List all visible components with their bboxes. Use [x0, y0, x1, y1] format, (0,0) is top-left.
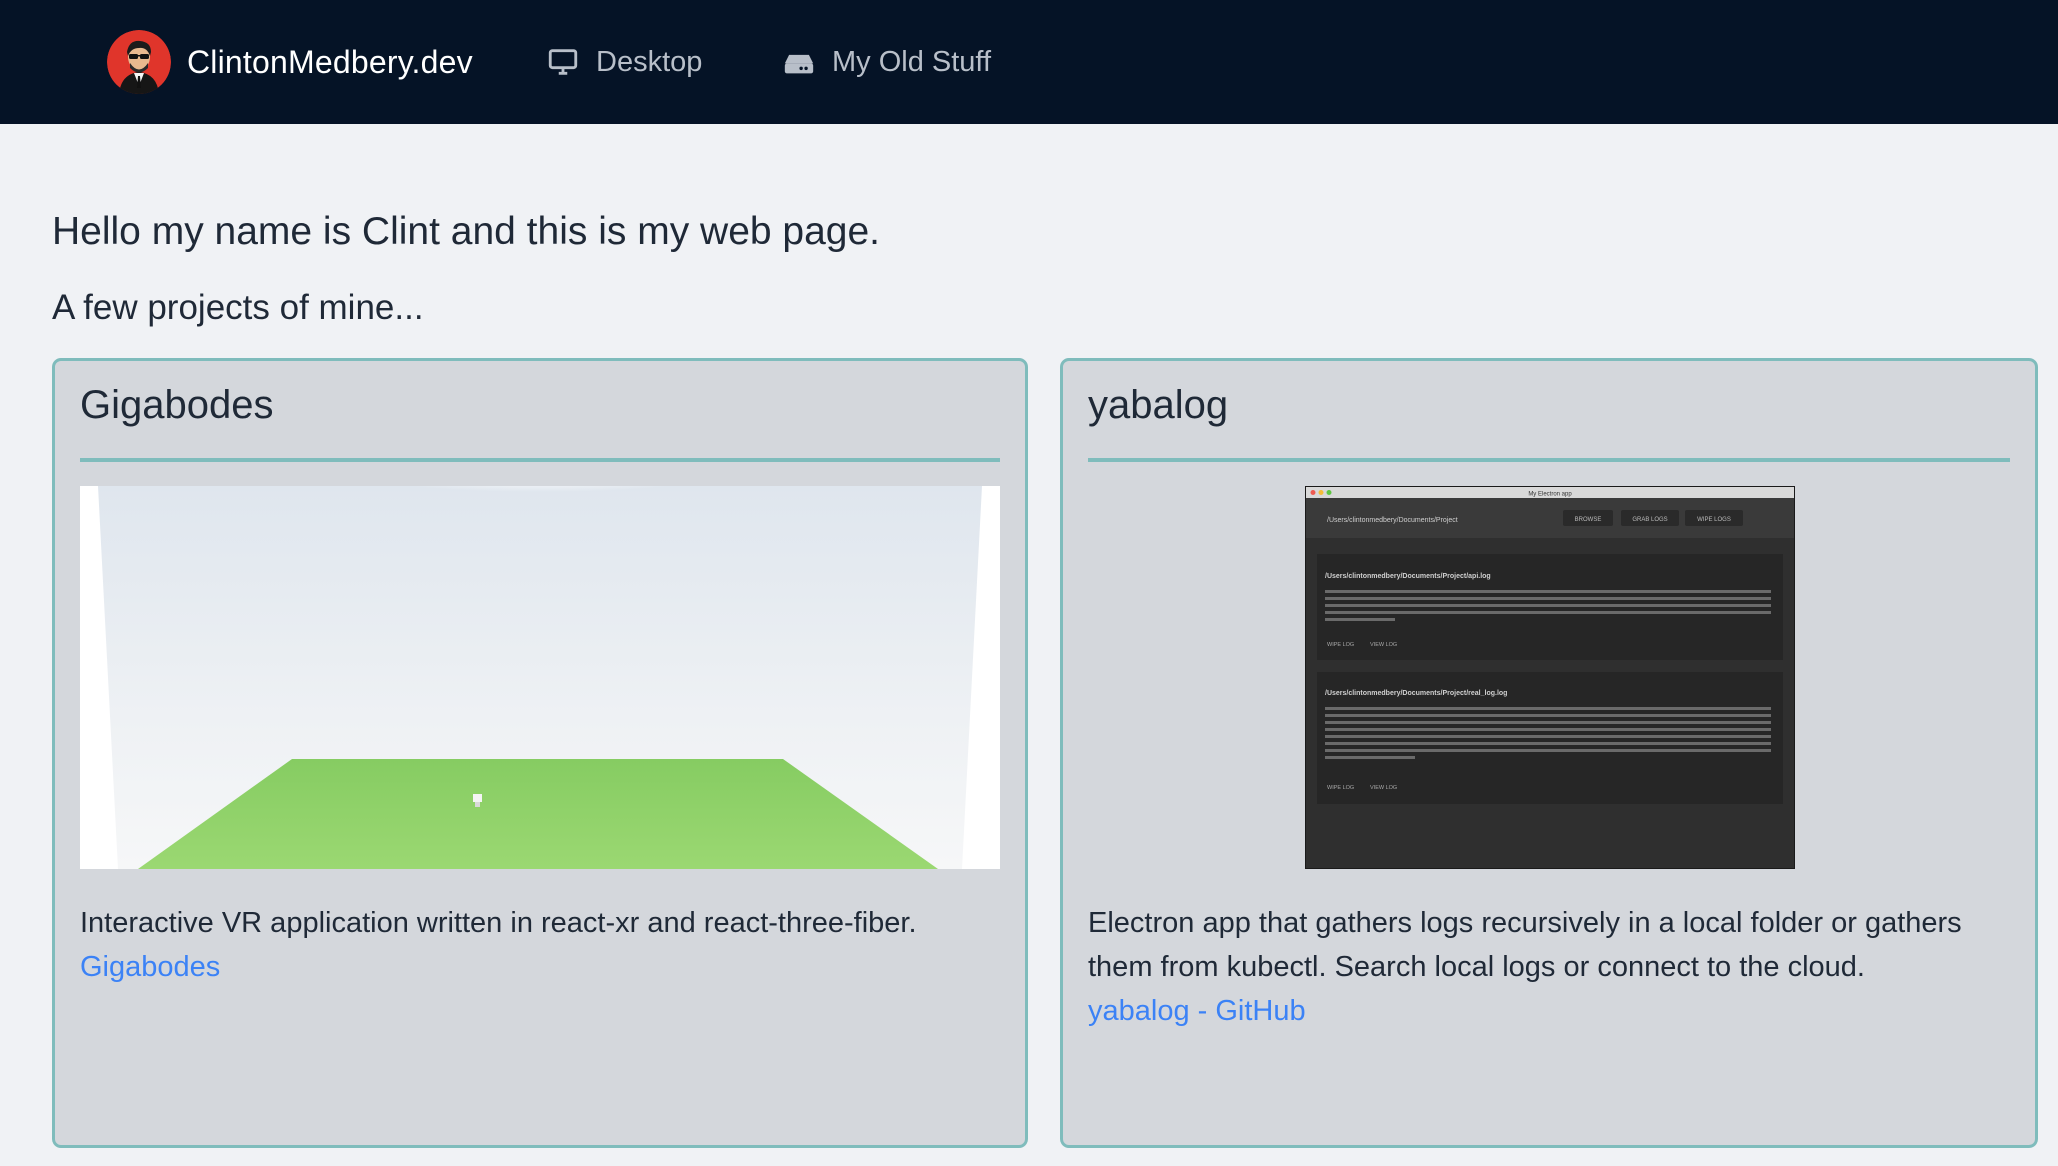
intro-text: Hello my name is Clint and this is my we… [52, 210, 881, 253]
nav-item-my-old-stuff[interactable]: My Old Stuff [782, 30, 991, 94]
drive-icon [784, 54, 814, 74]
project-card-yabalog: yabalog My Electron app /Users/clintonme… [1060, 358, 2038, 1148]
close-dot-icon [1310, 490, 1316, 495]
minimize-dot-icon [1318, 490, 1324, 495]
vr-scene-screenshot [80, 486, 1000, 869]
card-divider [80, 458, 1000, 462]
project-link-gigabodes[interactable]: Gigabodes [80, 945, 1000, 989]
electron-view-log-link: VIEW LOG [1370, 785, 1397, 791]
brand-label: ClintonMedbery.dev [187, 43, 473, 80]
electron-wipe-log-link: WIPE LOG [1327, 642, 1354, 648]
electron-view-log-link: VIEW LOG [1370, 642, 1397, 648]
electron-grab-logs-button: GRAB LOGS [1632, 517, 1667, 523]
nav-item-desktop[interactable]: Desktop [546, 30, 702, 94]
electron-window-title: My Electron app [1528, 492, 1572, 498]
card-description: Electron app that gathers logs recursive… [1088, 901, 2010, 1033]
project-link-yabalog-github[interactable]: yabalog - GitHub [1088, 989, 2010, 1033]
card-description: Interactive VR application written in re… [80, 901, 1000, 989]
description-text: Electron app that gathers logs recursive… [1088, 907, 1962, 983]
maximize-dot-icon [1326, 490, 1332, 495]
electron-wipe-log-link: WIPE LOG [1327, 785, 1354, 791]
projects-heading: A few projects of mine... [52, 288, 424, 327]
brand-link[interactable]: ClintonMedbery.dev [107, 30, 473, 94]
card-title: Gigabodes [80, 383, 274, 427]
monitor-icon [548, 49, 578, 75]
avatar [107, 30, 171, 94]
electron-log-file: /Users/clintonmedbery/Documents/Project/… [1325, 573, 1491, 580]
nav-item-label: My Old Stuff [832, 45, 992, 78]
electron-app-screenshot: My Electron app /Users/clintonmedbery/Do… [1305, 486, 1795, 869]
electron-wipe-logs-button: WIPE LOGS [1697, 517, 1731, 523]
project-card-gigabodes: Gigabodes Interactive VR application wri… [52, 358, 1028, 1148]
electron-log-file: /Users/clintonmedbery/Documents/Project/… [1325, 690, 1507, 697]
electron-path: /Users/clintonmedbery/Documents/Project [1327, 517, 1458, 524]
card-title: yabalog [1088, 383, 1229, 427]
nav-item-label: Desktop [596, 45, 703, 78]
top-navbar: ClintonMedbery.dev Desktop My Old Stuff [0, 0, 2058, 124]
description-text: Interactive VR application written in re… [80, 907, 917, 939]
electron-browse-button: BROWSE [1575, 517, 1602, 523]
card-divider [1088, 458, 2010, 462]
